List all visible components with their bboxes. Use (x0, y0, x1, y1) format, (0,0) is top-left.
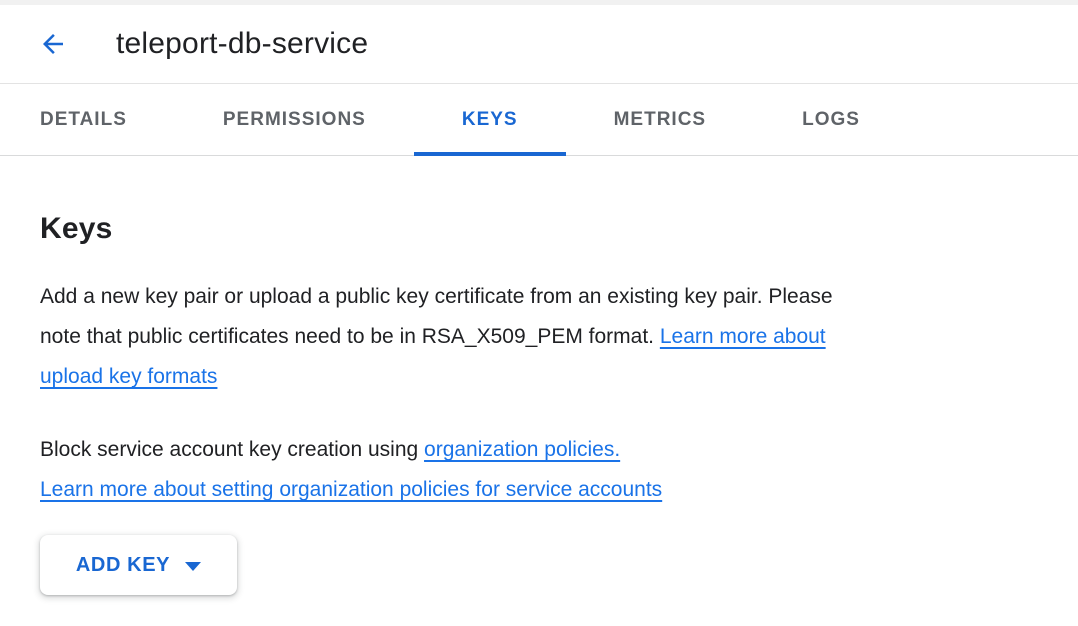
block-note-paragraph: Block service account key creation using… (40, 430, 1020, 510)
back-button[interactable] (38, 29, 68, 59)
intro-paragraph: Add a new key pair or upload a public ke… (40, 277, 1020, 397)
upload-key-formats-link[interactable]: upload key formats (40, 365, 217, 388)
add-key-button[interactable]: ADD KEY (40, 535, 237, 595)
block-note-line-2: Learn more about setting organization po… (40, 470, 1020, 510)
page-title: teleport-db-service (116, 27, 368, 61)
intro-line-2: note that public certificates need to be… (40, 317, 1020, 357)
org-policies-service-accounts-link[interactable]: Learn more about setting organization po… (40, 478, 662, 501)
tab-permissions[interactable]: PERMISSIONS (175, 84, 414, 155)
intro-line-1: Add a new key pair or upload a public ke… (40, 277, 1020, 317)
add-key-button-label: ADD KEY (76, 554, 170, 577)
arrow-left-icon (38, 29, 68, 59)
learn-more-upload-key-formats-link[interactable]: Learn more about (660, 325, 826, 348)
organization-policies-link[interactable]: organization policies. (424, 438, 620, 461)
section-heading: Keys (40, 212, 1038, 246)
tab-metrics[interactable]: METRICS (566, 84, 755, 155)
keys-panel: Keys Add a new key pair or upload a publ… (0, 212, 1078, 595)
tab-keys[interactable]: KEYS (414, 84, 566, 155)
block-note-line-1: Block service account key creation using… (40, 430, 1020, 470)
page-header: teleport-db-service (0, 5, 1078, 84)
tab-details[interactable]: DETAILS (0, 84, 175, 155)
dropdown-caret-icon (185, 562, 201, 571)
tab-logs[interactable]: LOGS (754, 84, 908, 155)
tab-bar: DETAILS PERMISSIONS KEYS METRICS LOGS (0, 84, 1078, 156)
intro-line-3: upload key formats (40, 357, 1020, 397)
